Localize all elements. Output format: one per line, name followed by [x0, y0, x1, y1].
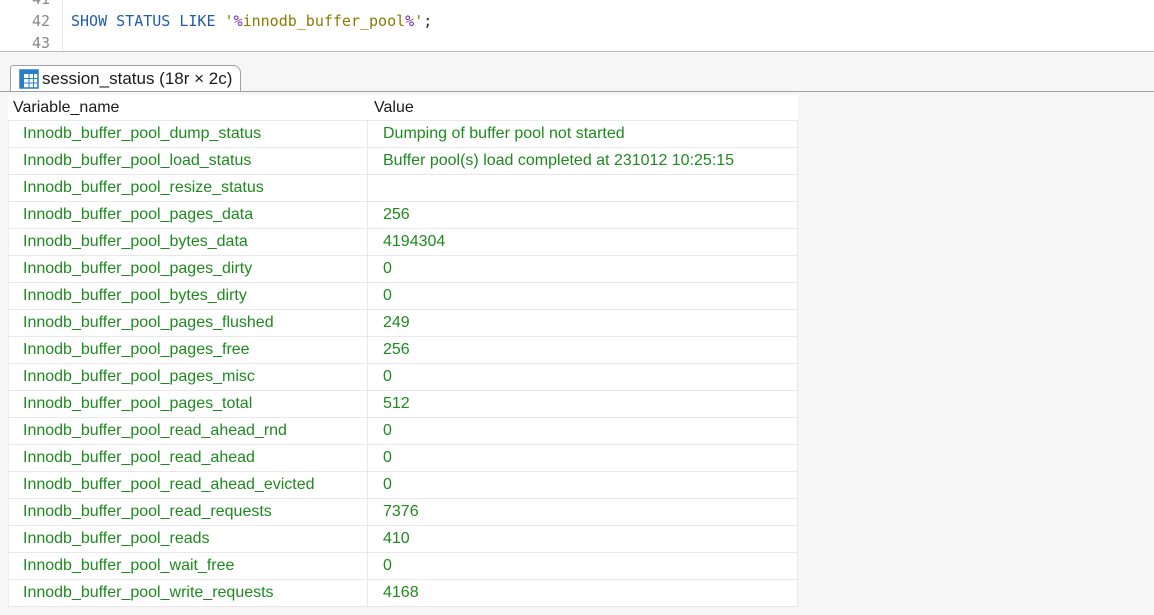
- table-row[interactable]: Innodb_buffer_pool_pages_free 256: [8, 337, 798, 364]
- table-grid-icon: [19, 69, 39, 89]
- cell-variable-name[interactable]: Innodb_buffer_pool_pages_flushed: [8, 310, 368, 336]
- table-row[interactable]: Innodb_buffer_pool_pages_dirty 0: [8, 256, 798, 283]
- table-row[interactable]: Innodb_buffer_pool_pages_data 256: [8, 202, 798, 229]
- cell-value[interactable]: Dumping of buffer pool not started: [368, 121, 798, 147]
- cell-variable-name[interactable]: Innodb_buffer_pool_pages_free: [8, 337, 368, 363]
- code-token-pct: %: [233, 12, 243, 30]
- result-grid[interactable]: Variable_name Value Innodb_buffer_pool_d…: [8, 95, 798, 607]
- cell-variable-name[interactable]: Innodb_buffer_pool_write_requests: [8, 580, 368, 606]
- line-number: 42: [31, 12, 50, 30]
- column-header-value[interactable]: Value: [368, 95, 798, 120]
- cell-value[interactable]: 4168: [368, 580, 798, 606]
- table-row[interactable]: Innodb_buffer_pool_wait_free 0: [8, 553, 798, 580]
- cell-variable-name[interactable]: Innodb_buffer_pool_pages_data: [8, 202, 368, 228]
- cell-value[interactable]: 0: [368, 364, 798, 390]
- cell-value[interactable]: 256: [368, 202, 798, 228]
- cell-variable-name[interactable]: Innodb_buffer_pool_bytes_dirty: [8, 283, 368, 309]
- table-row[interactable]: Innodb_buffer_pool_reads 410: [8, 526, 798, 553]
- table-row[interactable]: Innodb_buffer_pool_read_ahead 0: [8, 445, 798, 472]
- cell-variable-name[interactable]: Innodb_buffer_pool_load_status: [8, 148, 368, 174]
- cell-value[interactable]: 256: [368, 337, 798, 363]
- tab-divider: [0, 91, 1154, 92]
- cell-variable-name[interactable]: Innodb_buffer_pool_pages_dirty: [8, 256, 368, 282]
- table-row[interactable]: Innodb_buffer_pool_read_ahead_evicted 0: [8, 472, 798, 499]
- cell-variable-name[interactable]: Innodb_buffer_pool_read_requests: [8, 499, 368, 525]
- result-tab-session-status[interactable]: session_status (18r × 2c): [10, 65, 242, 92]
- code-token-str: ': [414, 12, 424, 30]
- table-row[interactable]: Innodb_buffer_pool_dump_status Dumping of…: [8, 120, 798, 148]
- table-row[interactable]: Innodb_buffer_pool_write_requests 4168: [8, 580, 798, 607]
- cell-variable-name[interactable]: Innodb_buffer_pool_bytes_data: [8, 229, 368, 255]
- cell-value[interactable]: 410: [368, 526, 798, 552]
- cell-variable-name[interactable]: Innodb_buffer_pool_pages_total: [8, 391, 368, 417]
- cell-value[interactable]: 0: [368, 256, 798, 282]
- code-token-plain: ;: [423, 12, 433, 30]
- cell-value[interactable]: 4194304: [368, 229, 798, 255]
- cell-value[interactable]: 0: [368, 445, 798, 471]
- cell-variable-name[interactable]: Innodb_buffer_pool_read_ahead_evicted: [8, 472, 368, 498]
- cell-value[interactable]: [368, 175, 798, 201]
- code-token-str: innodb_buffer_pool: [242, 12, 406, 30]
- cell-value[interactable]: 0: [368, 418, 798, 444]
- table-row[interactable]: Innodb_buffer_pool_read_requests 7376: [8, 499, 798, 526]
- column-header-variable-name[interactable]: Variable_name: [8, 95, 368, 120]
- table-row[interactable]: Innodb_buffer_pool_load_status Buffer poo…: [8, 148, 798, 175]
- code-token-str: ': [224, 12, 234, 30]
- cell-value[interactable]: Buffer pool(s) load completed at 231012 …: [368, 148, 798, 174]
- result-tab-label: session_status (18r × 2c): [42, 69, 233, 88]
- cell-variable-name[interactable]: Innodb_buffer_pool_reads: [8, 526, 368, 552]
- table-row[interactable]: Innodb_buffer_pool_resize_status: [8, 175, 798, 202]
- table-row[interactable]: Innodb_buffer_pool_pages_flushed 249: [8, 310, 798, 337]
- grid-header: Variable_name Value: [8, 95, 798, 120]
- line-number: 41: [0, 0, 50, 10]
- cell-value[interactable]: 249: [368, 310, 798, 336]
- table-row[interactable]: Innodb_buffer_pool_bytes_dirty 0: [8, 283, 798, 310]
- cell-variable-name[interactable]: Innodb_buffer_pool_pages_misc: [8, 364, 368, 390]
- cell-value[interactable]: 512: [368, 391, 798, 417]
- code-token-kw: SHOW STATUS LIKE: [71, 12, 225, 30]
- sql-editor[interactable]: 41 42 SHOW STATUS LIKE '%innodb_buffer_poo…: [0, 0, 1154, 52]
- cell-variable-name[interactable]: Innodb_buffer_pool_resize_status: [8, 175, 368, 201]
- grid-body: Innodb_buffer_pool_dump_status Dumping of…: [8, 120, 798, 607]
- cell-variable-name[interactable]: Innodb_buffer_pool_dump_status: [8, 121, 368, 147]
- table-row[interactable]: Innodb_buffer_pool_read_ahead_rnd 0: [8, 418, 798, 445]
- code-token-pct: %: [405, 12, 415, 30]
- table-row[interactable]: Innodb_buffer_pool_bytes_data 4194304: [8, 229, 798, 256]
- cell-value[interactable]: 7376: [368, 499, 798, 525]
- line-number: 43: [31, 34, 50, 52]
- cell-variable-name[interactable]: Innodb_buffer_pool_wait_free: [8, 553, 368, 579]
- code-line[interactable]: SHOW STATUS LIKE '%innodb_buffer_pool%';: [71, 10, 432, 32]
- cell-variable-name[interactable]: Innodb_buffer_pool_read_ahead: [8, 445, 368, 471]
- table-row[interactable]: Innodb_buffer_pool_pages_total 512: [8, 391, 798, 418]
- cell-value[interactable]: 0: [368, 553, 798, 579]
- result-tab-strip: session_status (18r × 2c): [0, 52, 1154, 92]
- table-row[interactable]: Innodb_buffer_pool_pages_misc 0: [8, 364, 798, 391]
- cell-value[interactable]: 0: [368, 472, 798, 498]
- cell-value[interactable]: 0: [368, 283, 798, 309]
- cell-variable-name[interactable]: Innodb_buffer_pool_read_ahead_rnd: [8, 418, 368, 444]
